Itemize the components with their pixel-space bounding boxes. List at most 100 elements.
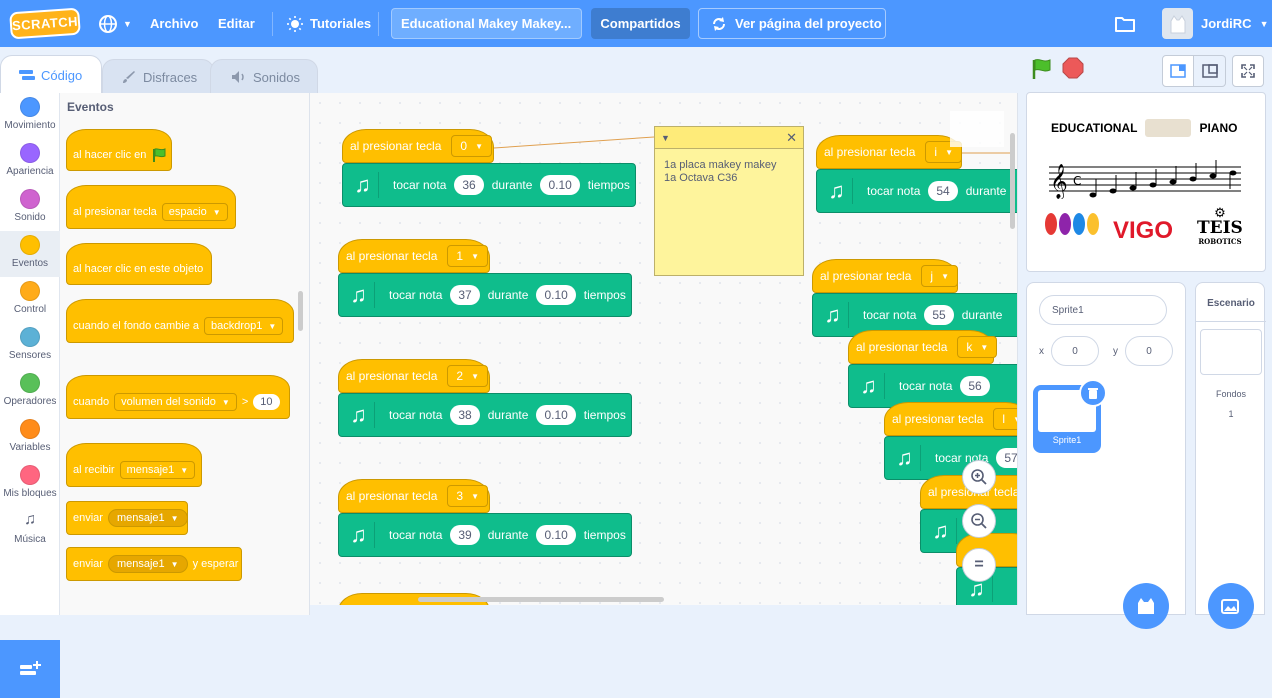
sensor-dropdown[interactable]: volumen del sonido ▼ <box>114 393 237 411</box>
beats-input[interactable]: 0.10 <box>536 405 576 425</box>
message-dropdown[interactable]: mensaje1 ▼ <box>107 555 188 573</box>
tab-code[interactable]: Código <box>0 55 102 94</box>
key-dropdown[interactable]: 1 ▼ <box>447 245 488 267</box>
scratch-logo[interactable]: SCRATCH <box>9 7 81 40</box>
tutorials-menu[interactable]: Tutoriales <box>286 0 371 47</box>
when-key-pressed-block[interactable]: al presionar tecla espacio ▼ <box>66 185 236 229</box>
collapse-icon[interactable]: ▼ <box>661 133 670 143</box>
category-looks[interactable]: Apariencia <box>0 139 60 185</box>
beats-input[interactable]: 0.10 <box>536 285 576 305</box>
when-key-pressed-block[interactable]: al presionar tecla 2 ▼ <box>338 359 490 393</box>
when-key-pressed-block[interactable]: al presionar tecla i ▼ <box>816 135 962 169</box>
key-dropdown[interactable]: l▼ <box>993 408 1017 430</box>
share-button[interactable]: Compartidos <box>591 8 690 39</box>
key-value: 3 <box>456 489 464 503</box>
note-input[interactable]: 57 <box>996 448 1017 468</box>
note-input[interactable]: 56 <box>960 376 990 396</box>
see-project-page-button[interactable]: Ver página del proyecto <box>698 8 886 39</box>
when-i-receive-block[interactable]: al recibir mensaje1 ▼ <box>66 443 202 487</box>
when-key-pressed-block[interactable]: al presionar tecla k ▼ <box>848 330 998 364</box>
add-extension-button[interactable] <box>0 640 60 698</box>
note-input[interactable]: 37 <box>450 285 480 305</box>
broadcast-and-wait-block[interactable]: enviar mensaje1 ▼ y esperar <box>66 547 242 581</box>
backdrops-count: 1 <box>1228 409 1234 419</box>
when-key-pressed-block[interactable]: al presionar tecla l▼ <box>884 402 1017 436</box>
when-backdrop-switches-block[interactable]: cuando el fondo cambie a backdrop1 ▼ <box>66 299 294 343</box>
small-stage-button[interactable] <box>1162 55 1194 87</box>
note-input[interactable]: 36 <box>454 175 484 195</box>
backdrop-dropdown[interactable]: backdrop1 ▼ <box>203 317 284 335</box>
broadcast-block[interactable]: enviar mensaje1 ▼ <box>66 501 188 535</box>
key-dropdown[interactable]: 3 ▼ <box>447 485 488 507</box>
message-dropdown[interactable]: mensaje1 ▼ <box>107 509 188 527</box>
green-flag-button[interactable] <box>1030 57 1054 86</box>
stage-canvas[interactable]: EDUCATIONAL PIANO 𝄞 C VIGO ⚙ TEIS ROBOTI… <box>1026 92 1266 272</box>
tab-sounds[interactable]: Sonidos <box>210 59 318 94</box>
category-sensing[interactable]: Sensores <box>0 323 60 369</box>
x-input[interactable]: 0 <box>1051 336 1099 366</box>
sprite-name-input[interactable]: Sprite1 <box>1039 295 1167 325</box>
note-input[interactable]: 38 <box>450 405 480 425</box>
file-menu[interactable]: Archivo <box>150 0 198 47</box>
script-comment[interactable]: ▼ ✕ 1a placa makey makey 1a Octava C36 <box>654 126 804 276</box>
play-note-block[interactable]: ♫ tocar nota 36 durante 0.10 tiempos <box>342 163 636 207</box>
fullscreen-button[interactable] <box>1232 55 1264 87</box>
close-icon[interactable]: ✕ <box>786 130 797 146</box>
category-motion[interactable]: Movimiento <box>0 93 60 139</box>
message-dropdown[interactable]: mensaje1 ▼ <box>119 461 196 479</box>
when-key-pressed-block[interactable]: al presionar tecla 0 ▼ <box>342 129 494 163</box>
large-stage-button[interactable] <box>1194 55 1226 87</box>
category-music[interactable]: ♫ Música <box>0 507 60 553</box>
choose-sprite-button[interactable] <box>1123 583 1169 629</box>
category-sound[interactable]: Sonido <box>0 185 60 231</box>
stage-select-pane[interactable]: Escenario Fondos 1 <box>1195 282 1266 629</box>
threshold-input[interactable]: 10 <box>253 394 280 410</box>
category-operators[interactable]: Operadores <box>0 369 60 415</box>
play-note-block[interactable]: ♫ tocar nota 38 durante 0.10 tiempos <box>338 393 632 437</box>
beats-input[interactable]: 0.10 <box>536 525 576 545</box>
stop-button[interactable] <box>1062 57 1084 84</box>
note-input[interactable]: 55 <box>924 305 954 325</box>
key-dropdown[interactable]: j ▼ <box>921 265 958 287</box>
category-my-blocks[interactable]: Mis bloques <box>0 461 60 507</box>
when-sprite-clicked-block[interactable]: al hacer clic en este objeto <box>66 243 212 285</box>
zoom-reset-button[interactable]: = <box>962 548 996 582</box>
my-stuff-button[interactable] <box>1114 0 1136 47</box>
account-menu[interactable]: JordiRC ▼ <box>1162 8 1268 39</box>
category-variables[interactable]: Variables <box>0 415 60 461</box>
project-title-input[interactable]: Educational Makey Makey... <box>391 8 582 39</box>
note-input[interactable]: 39 <box>450 525 480 545</box>
script-area[interactable]: al presionar tecla 0 ▼ ♫ tocar nota 36 du… <box>310 93 1018 605</box>
comment-text[interactable]: 1a placa makey makey 1a Octava C36 <box>655 149 803 195</box>
backdrop-thumbnail[interactable] <box>1200 329 1262 375</box>
language-menu[interactable]: ▼ <box>98 0 132 47</box>
play-note-block[interactable]: ♫ tocar nota 39 durante 0.10 tiempos <box>338 513 632 557</box>
play-note-block[interactable]: ♫ tocar nota 37 durante 0.10 tiempos <box>338 273 632 317</box>
tab-costumes[interactable]: Disfraces <box>102 59 214 94</box>
key-dropdown[interactable]: 2 ▼ <box>447 365 488 387</box>
category-control[interactable]: Control <box>0 277 60 323</box>
y-input[interactable]: 0 <box>1125 336 1173 366</box>
key-dropdown[interactable]: k ▼ <box>957 336 998 358</box>
when-flag-clicked-block[interactable]: al hacer clic en <box>66 129 172 171</box>
play-note-block[interactable]: ♫ tocar nota 54 durante <box>816 169 1017 213</box>
play-note-block[interactable]: ♫ tocar nota 57 <box>884 436 1017 480</box>
key-dropdown[interactable]: 0 ▼ <box>451 135 492 157</box>
palette-scrollbar[interactable] <box>298 291 303 331</box>
when-key-pressed-block[interactable]: al presionar tecla 3 ▼ <box>338 479 490 513</box>
key-dropdown[interactable]: espacio ▼ <box>161 203 228 221</box>
when-key-pressed-block[interactable]: al presionar tecla j ▼ <box>812 259 958 293</box>
delete-sprite-button[interactable] <box>1079 379 1107 407</box>
zoom-out-button[interactable] <box>962 504 996 538</box>
when-loudness-greater-block[interactable]: cuando volumen del sonido ▼ > 10 <box>66 375 290 419</box>
note-input[interactable]: 54 <box>928 181 958 201</box>
horizontal-scrollbar[interactable] <box>418 597 664 602</box>
choose-backdrop-button[interactable] <box>1208 583 1254 629</box>
looks-dot-icon <box>20 143 40 163</box>
edit-menu[interactable]: Editar <box>218 0 255 47</box>
vertical-scrollbar[interactable] <box>1010 133 1015 229</box>
beats-input[interactable]: 0.10 <box>540 175 580 195</box>
when-key-pressed-block[interactable]: al presionar tecla 1 ▼ <box>338 239 490 273</box>
zoom-in-button[interactable] <box>962 460 996 494</box>
category-events[interactable]: Eventos <box>0 231 60 277</box>
